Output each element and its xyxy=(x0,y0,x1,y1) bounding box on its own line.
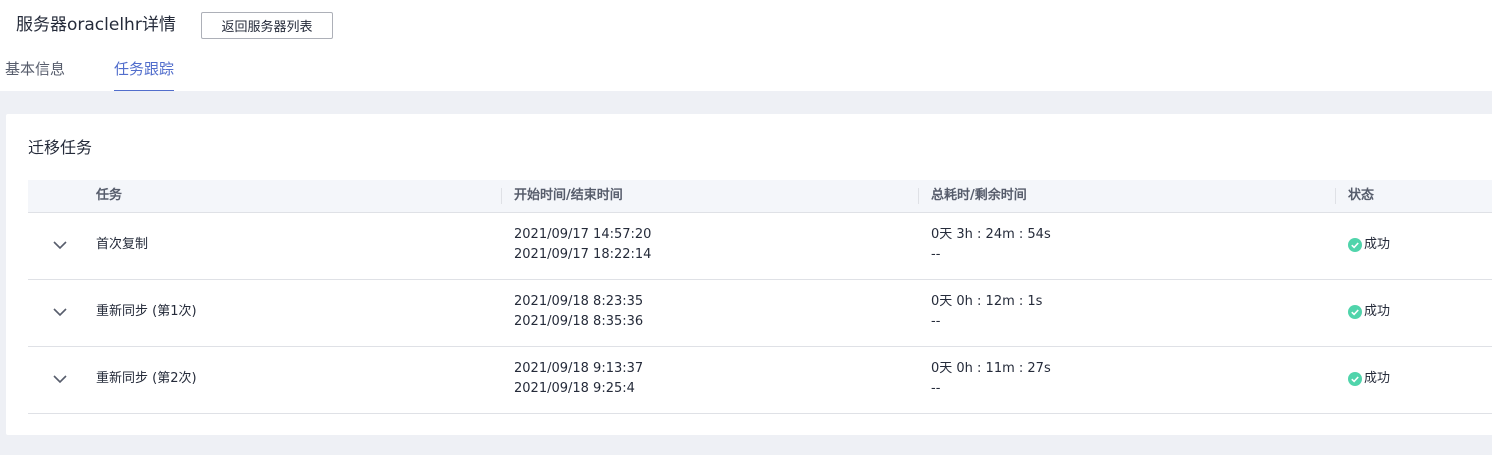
table-header: 任务 开始时间/结束时间 总耗时/剩余时间 状态 xyxy=(28,180,1492,213)
column-divider xyxy=(1335,188,1336,204)
time-range: 2021/09/17 14:57:20 2021/09/17 18:22:14 xyxy=(514,225,651,265)
remaining-time: -- xyxy=(931,314,941,329)
elapsed-time: 0天 0h : 12m : 1s xyxy=(931,294,1043,309)
check-circle-icon xyxy=(1348,238,1362,252)
remaining-time: -- xyxy=(931,247,941,262)
task-name: 首次复制 xyxy=(96,237,149,252)
status-text: 成功 xyxy=(1364,304,1391,319)
task-table: 任务 开始时间/结束时间 总耗时/剩余时间 状态 首次复制 2021/09/17… xyxy=(28,180,1492,414)
status-badge: 成功 xyxy=(1348,302,1390,322)
remaining-time: -- xyxy=(931,381,941,396)
status-badge: 成功 xyxy=(1348,369,1390,389)
check-circle-icon xyxy=(1348,305,1362,319)
column-header-duration: 总耗时/剩余时间 xyxy=(931,188,1027,203)
table-row: 重新同步 (第1次) 2021/09/18 8:23:35 2021/09/18… xyxy=(28,280,1492,347)
status-text: 成功 xyxy=(1364,371,1391,386)
tab-basic-info[interactable]: 基本信息 xyxy=(5,56,65,90)
status-badge: 成功 xyxy=(1348,235,1390,255)
back-to-server-list-button[interactable]: 返回服务器列表 xyxy=(201,12,333,39)
end-time: 2021/09/18 8:35:36 xyxy=(514,314,644,329)
check-circle-icon xyxy=(1348,372,1362,386)
section-title: 迁移任务 xyxy=(28,138,93,157)
tab-bar: 基本信息 任务跟踪 xyxy=(0,56,1492,92)
duration: 0天 3h : 24m : 54s -- xyxy=(931,225,1051,265)
table-row: 重新同步 (第2次) 2021/09/18 9:13:37 2021/09/18… xyxy=(28,347,1492,414)
column-divider xyxy=(501,188,502,204)
task-name: 重新同步 (第1次) xyxy=(96,304,197,319)
chevron-down-icon[interactable] xyxy=(52,237,68,253)
column-divider xyxy=(918,188,919,204)
column-header-status: 状态 xyxy=(1348,188,1375,203)
page-header: 服务器oraclelhr详情 返回服务器列表 基本信息 任务跟踪 xyxy=(0,0,1492,92)
status-text: 成功 xyxy=(1364,237,1391,252)
chevron-down-icon[interactable] xyxy=(52,371,68,387)
end-time: 2021/09/17 18:22:14 xyxy=(514,247,652,262)
task-name: 重新同步 (第2次) xyxy=(96,371,197,386)
duration: 0天 0h : 11m : 27s -- xyxy=(931,359,1051,399)
time-range: 2021/09/18 8:23:35 2021/09/18 8:35:36 xyxy=(514,292,643,332)
page-title: 服务器oraclelhr详情 xyxy=(16,15,176,35)
chevron-down-icon[interactable] xyxy=(52,304,68,320)
start-time: 2021/09/18 9:13:37 xyxy=(514,361,644,376)
start-time: 2021/09/17 14:57:20 xyxy=(514,227,652,242)
column-header-time: 开始时间/结束时间 xyxy=(514,188,623,203)
column-header-task: 任务 xyxy=(96,188,123,203)
time-range: 2021/09/18 9:13:37 2021/09/18 9:25:4 xyxy=(514,359,643,399)
duration: 0天 0h : 12m : 1s -- xyxy=(931,292,1042,332)
elapsed-time: 0天 0h : 11m : 27s xyxy=(931,361,1051,376)
table-row: 首次复制 2021/09/17 14:57:20 2021/09/17 18:2… xyxy=(28,213,1492,280)
tab-task-tracking[interactable]: 任务跟踪 xyxy=(114,56,175,92)
end-time: 2021/09/18 9:25:4 xyxy=(514,381,635,396)
migration-task-card: 迁移任务 任务 开始时间/结束时间 总耗时/剩余时间 状态 首次复制 2021/… xyxy=(6,114,1492,435)
start-time: 2021/09/18 8:23:35 xyxy=(514,294,644,309)
elapsed-time: 0天 3h : 24m : 54s xyxy=(931,227,1051,242)
